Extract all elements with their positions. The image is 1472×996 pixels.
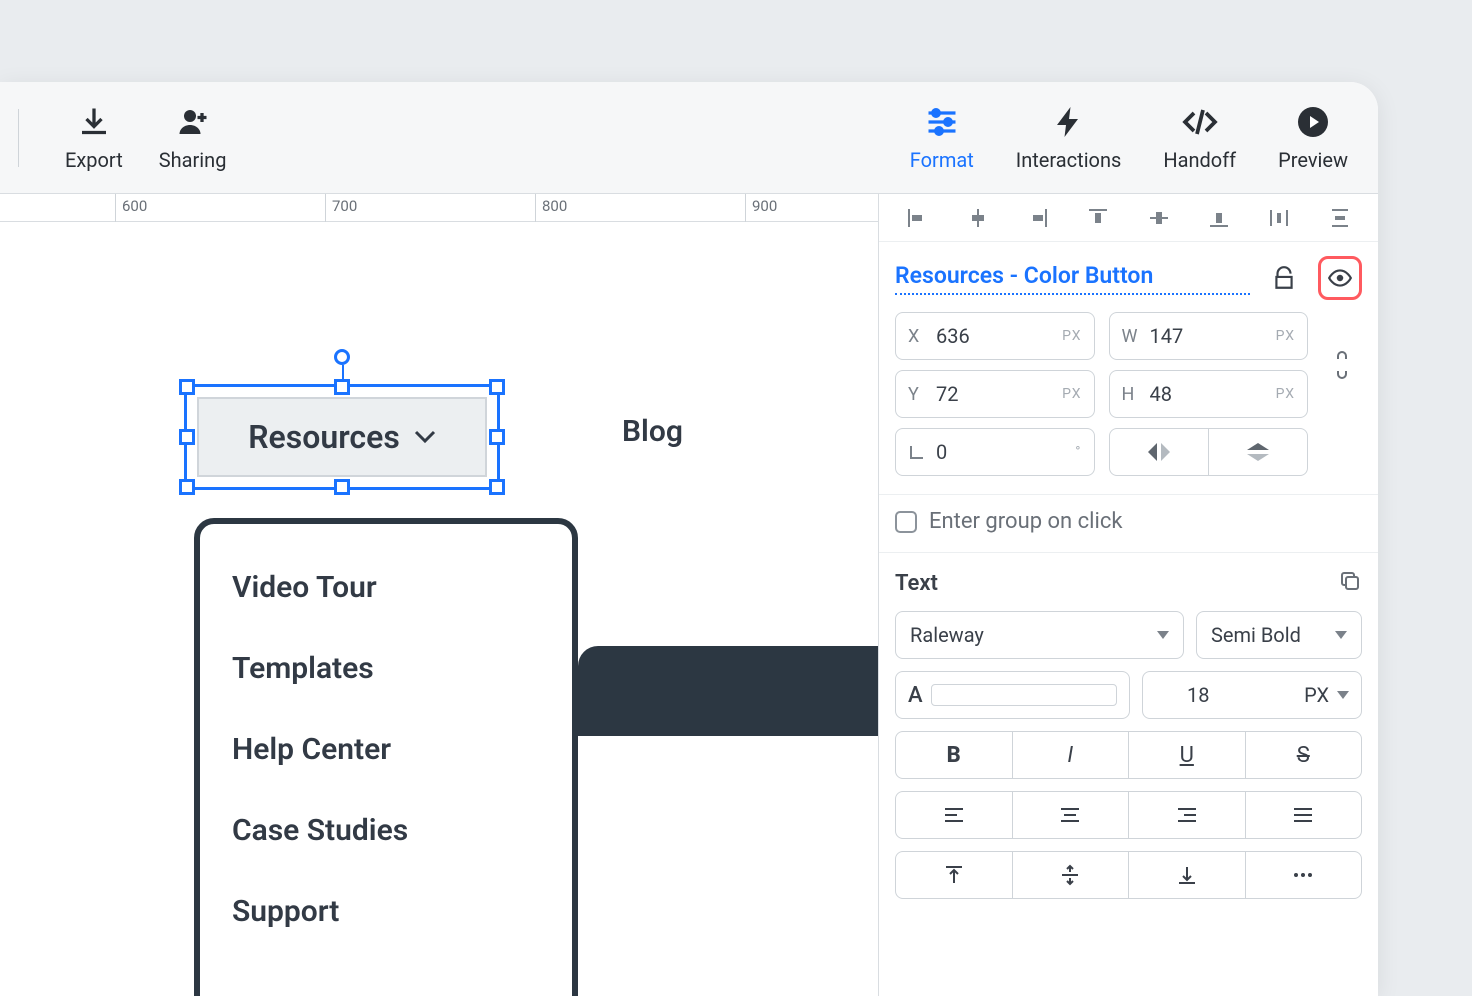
y-input[interactable]: Y72PX	[895, 370, 1095, 418]
interactions-tab[interactable]: Interactions	[1016, 104, 1122, 172]
export-button[interactable]: Export	[65, 104, 123, 172]
align-center-h-icon[interactable]	[960, 200, 996, 236]
toolbar-divider	[18, 109, 19, 167]
ruler-tick: 700	[325, 194, 357, 222]
font-size-input[interactable]: 18 PX	[1142, 671, 1362, 719]
sharing-button[interactable]: Sharing	[159, 104, 227, 172]
preview-tab[interactable]: Preview	[1278, 104, 1348, 172]
text-style-row: B I U S	[895, 731, 1362, 779]
dropdown-item[interactable]: Help Center	[232, 732, 540, 767]
align-right-icon[interactable]	[1020, 200, 1056, 236]
text-align-middle-button[interactable]	[1013, 852, 1130, 898]
text-align-bottom-button[interactable]	[1129, 852, 1246, 898]
dropdown-menu[interactable]: Video Tour Templates Help Center Case St…	[194, 518, 578, 996]
copy-style-button[interactable]	[1338, 569, 1362, 597]
resize-handle-bl[interactable]	[179, 479, 195, 495]
horizontal-ruler: 600 700 800 900	[0, 194, 878, 222]
preview-label: Preview	[1278, 148, 1348, 172]
align-left-icon[interactable]	[899, 200, 935, 236]
text-align-right-button[interactable]	[1129, 792, 1246, 838]
text-section-title: Text	[895, 571, 938, 596]
text-align-v-row	[895, 851, 1362, 899]
text-align-left-button[interactable]	[896, 792, 1013, 838]
enter-group-checkbox[interactable]	[895, 511, 917, 533]
chevron-down-icon	[414, 430, 436, 444]
angle-icon	[908, 443, 926, 461]
chevron-down-icon	[1337, 691, 1349, 699]
interactions-label: Interactions	[1016, 148, 1122, 172]
resize-handle-ml[interactable]	[179, 429, 195, 445]
align-center-v-icon[interactable]	[1141, 200, 1177, 236]
dropdown-item[interactable]: Case Studies	[232, 813, 540, 848]
distribute-v-icon[interactable]	[1322, 200, 1358, 236]
x-input[interactable]: X636PX	[895, 312, 1095, 360]
resources-button[interactable]: Resources	[197, 397, 487, 477]
chevron-down-icon	[1157, 631, 1169, 639]
resize-handle-bm[interactable]	[334, 479, 350, 495]
rotation-handle[interactable]	[334, 349, 350, 365]
ruler-tick: 800	[535, 194, 567, 222]
text-align-justify-button[interactable]	[1246, 792, 1362, 838]
text-align-center-button[interactable]	[1013, 792, 1130, 838]
align-top-icon[interactable]	[1080, 200, 1116, 236]
chevron-down-icon	[1335, 631, 1347, 639]
dropdown-item[interactable]: Support	[232, 894, 540, 929]
properties-panel: Resources - Color Button X636PX W147PX Y…	[878, 194, 1378, 996]
link-dimensions-button[interactable]	[1322, 349, 1362, 381]
h-input[interactable]: H48PX	[1109, 370, 1309, 418]
resize-handle-tl[interactable]	[179, 379, 195, 395]
distribute-h-icon[interactable]	[1261, 200, 1297, 236]
selection-bounds[interactable]: Resources	[184, 384, 500, 490]
export-label: Export	[65, 148, 123, 172]
text-align-top-button[interactable]	[896, 852, 1013, 898]
handoff-tab[interactable]: Handoff	[1163, 104, 1236, 172]
lock-button[interactable]	[1262, 256, 1306, 300]
font-weight-select[interactable]: Semi Bold	[1196, 611, 1362, 659]
font-color-input[interactable]: A	[895, 671, 1130, 719]
w-input[interactable]: W147PX	[1109, 312, 1309, 360]
visibility-toggle[interactable]	[1318, 256, 1362, 300]
align-bottom-icon[interactable]	[1201, 200, 1237, 236]
format-label: Format	[910, 148, 974, 172]
italic-button[interactable]: I	[1013, 732, 1130, 778]
bold-button[interactable]: B	[896, 732, 1013, 778]
format-tab[interactable]: Format	[910, 104, 974, 172]
color-swatch[interactable]	[931, 684, 1117, 706]
enter-group-label: Enter group on click	[929, 509, 1123, 534]
resize-handle-br[interactable]	[489, 479, 505, 495]
top-toolbar: Export Sharing Format Interactions Hando…	[0, 82, 1378, 194]
font-size-icon	[1155, 683, 1179, 708]
resize-handle-mr[interactable]	[489, 429, 505, 445]
blog-text[interactable]: Blog	[622, 414, 683, 449]
dropdown-item[interactable]: Video Tour	[232, 570, 540, 605]
text-color-icon: A	[908, 683, 923, 708]
handoff-label: Handoff	[1163, 148, 1236, 172]
rotation-input[interactable]: 0°	[895, 428, 1095, 476]
resources-button-label: Resources	[248, 418, 400, 456]
alignment-row	[879, 194, 1378, 242]
flip-horizontal-button[interactable]	[1110, 429, 1209, 475]
flip-vertical-button[interactable]	[1209, 429, 1307, 475]
more-options-button[interactable]	[1246, 852, 1362, 898]
underline-button[interactable]: U	[1129, 732, 1246, 778]
resize-handle-tm[interactable]	[334, 379, 350, 395]
font-family-select[interactable]: Raleway	[895, 611, 1184, 659]
sharing-label: Sharing	[159, 148, 227, 172]
ruler-tick: 600	[115, 194, 147, 222]
strikethrough-button[interactable]: S	[1246, 732, 1362, 778]
dark-shape[interactable]	[578, 646, 878, 736]
layer-name-input[interactable]: Resources - Color Button	[895, 262, 1250, 295]
dropdown-item[interactable]: Templates	[232, 651, 540, 686]
resize-handle-tr[interactable]	[489, 379, 505, 395]
text-align-h-row	[895, 791, 1362, 839]
design-canvas[interactable]: Blog Resources Video Tour Templates Help…	[0, 222, 878, 996]
ruler-tick: 900	[745, 194, 777, 222]
